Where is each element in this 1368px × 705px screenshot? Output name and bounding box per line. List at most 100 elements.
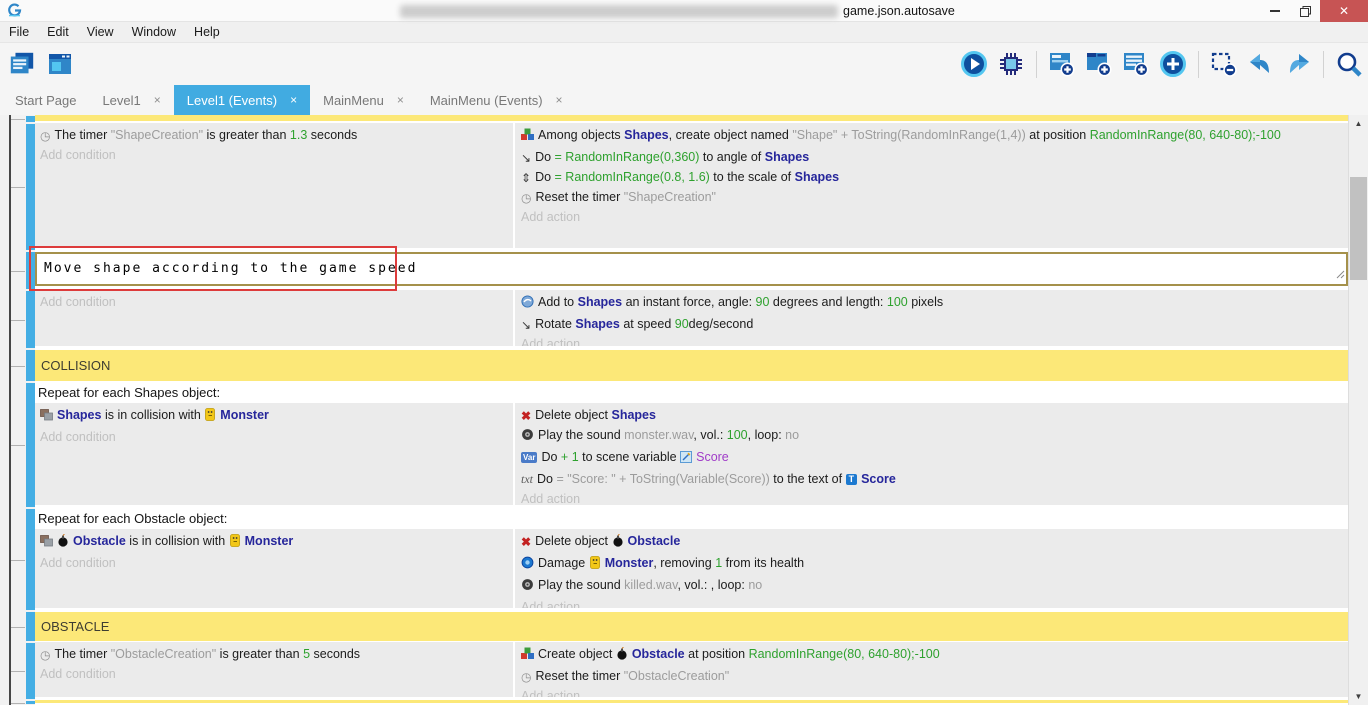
add-action-button[interactable]: Add action (521, 689, 580, 697)
block-ev-move-shape: Add condition Add to Shapes an instant fo… (0, 290, 1348, 349)
action-row[interactable]: ◷Reset the timer "ShapeCreation" (519, 187, 1346, 207)
condition-row[interactable]: ◷The timer "ObstacleCreation" is greater… (38, 644, 511, 664)
action-row[interactable]: ↘Do = RandomInRange(0,360) to angle of S… (519, 147, 1346, 167)
action-row[interactable]: Create object Obstacle at position Rando… (519, 644, 1346, 666)
condition-row[interactable]: Add condition (38, 292, 511, 312)
action-row[interactable]: ◷Reset the timer "ObstacleCreation" (519, 666, 1346, 686)
event-foreach-header[interactable]: Repeat for each Obstacle object: (35, 508, 1348, 529)
action-row[interactable]: Play the sound killed.wav, vol.: , loop:… (519, 575, 1346, 597)
action-row[interactable]: Play the sound monster.wav, vol.: 100, l… (519, 425, 1346, 447)
condition-row[interactable]: Shapes is in collision with Monster (38, 405, 511, 427)
action-row[interactable]: ✖Delete object Obstacle (519, 531, 1346, 553)
text-segment: 90 (675, 317, 689, 331)
action-row[interactable]: ⇕Do = RandomInRange(0.8, 1.6) to the sca… (519, 167, 1346, 187)
events-editor-icon[interactable] (46, 50, 74, 78)
menubar: File Edit View Window Help (0, 22, 1368, 43)
close-icon[interactable]: ✕ (1320, 0, 1368, 22)
minimize-icon[interactable] (1260, 0, 1290, 22)
tab-close-icon[interactable]: × (556, 93, 563, 107)
tab-mainmenu-events-[interactable]: MainMenu (Events)× (417, 85, 576, 115)
add-condition-button[interactable]: Add condition (40, 295, 116, 309)
tab-close-icon[interactable]: × (290, 93, 297, 107)
tab-close-icon[interactable]: × (154, 93, 161, 107)
tab-close-icon[interactable]: × (397, 93, 404, 107)
comment-bar-obstacle[interactable]: OBSTACLE (35, 611, 1348, 642)
tab-level1[interactable]: Level1× (89, 85, 173, 115)
condition-row[interactable]: Add condition (38, 427, 511, 447)
delete-icon: ✖ (521, 536, 531, 548)
timer-icon: ◷ (40, 649, 50, 661)
events-sheet-content: ◷The timer "ShapeCreation" is greater th… (0, 115, 1348, 705)
add-condition-button[interactable]: Add condition (40, 430, 116, 444)
add-more-icon[interactable] (1159, 50, 1187, 78)
scene-editor-icon[interactable] (8, 50, 36, 78)
monster-icon (204, 408, 216, 426)
text-segment: , create object named (669, 128, 793, 142)
tab-start-page[interactable]: Start Page (2, 85, 89, 115)
text-segment: deg/second (689, 317, 754, 331)
action-row[interactable]: Add action (519, 597, 1346, 608)
comment-bar-collision[interactable]: COLLISION (35, 349, 1348, 382)
block-strip-bottom (0, 700, 1348, 705)
action-row[interactable]: VarDo + 1 to scene variable Score (519, 447, 1346, 469)
add-action-button[interactable]: Add action (521, 492, 580, 505)
preview-icon[interactable] (960, 50, 988, 78)
action-row[interactable]: Add action (519, 334, 1346, 346)
event-indent-bar (26, 291, 35, 348)
vertical-scrollbar[interactable]: ▲ ▼ (1348, 115, 1368, 705)
menu-item-file[interactable]: File (7, 25, 39, 39)
add-action-button[interactable]: Add action (521, 600, 580, 608)
titlebar: game.json.autosave ✕ (0, 0, 1368, 22)
undo-icon[interactable] (1247, 50, 1275, 78)
delete-event-icon[interactable] (1210, 50, 1238, 78)
menu-item-window[interactable]: Window (130, 25, 186, 39)
toolbar-left (8, 50, 74, 78)
force-icon (521, 295, 534, 313)
restore-icon[interactable] (1290, 0, 1320, 22)
block-comment-move-shape: Move shape according to the game speed (0, 251, 1348, 290)
event-foreach-header[interactable]: Repeat for each Shapes object: (35, 382, 1348, 403)
scrollbar-thumb[interactable] (1350, 177, 1367, 280)
variable-icon: Var (521, 452, 537, 463)
action-row[interactable]: Among objects Shapes, create object name… (519, 125, 1346, 147)
action-row[interactable]: txtDo = "Score: " + ToString(Variable(Sc… (519, 469, 1346, 489)
condition-row[interactable]: ◷The timer "ShapeCreation" is greater th… (38, 125, 511, 145)
action-row[interactable]: Add to Shapes an instant force, angle: 9… (519, 292, 1346, 314)
search-icon[interactable] (1335, 50, 1363, 78)
add-condition-button[interactable]: Add condition (40, 148, 116, 162)
conditions-column: ◷The timer "ShapeCreation" is greater th… (35, 123, 513, 248)
action-row[interactable]: Add action (519, 686, 1346, 697)
condition-row[interactable]: Add condition (38, 664, 511, 684)
action-row[interactable]: Add action (519, 207, 1346, 227)
resize-handle-icon[interactable] (1336, 268, 1345, 283)
menu-item-view[interactable]: View (85, 25, 124, 39)
gdevelop-logo-icon (7, 3, 22, 23)
add-condition-button[interactable]: Add condition (40, 667, 116, 681)
comment-textarea[interactable]: Move shape according to the game speed (35, 252, 1348, 286)
condition-row[interactable]: Add condition (38, 145, 511, 165)
add-action-button[interactable]: Add action (521, 210, 580, 224)
action-row[interactable]: ✖Delete object Shapes (519, 405, 1346, 425)
window-title: game.json.autosave (400, 2, 955, 20)
add-comment-icon[interactable] (1122, 50, 1150, 78)
condition-row[interactable]: Obstacle is in collision with Monster (38, 531, 511, 553)
action-row[interactable]: Add action (519, 489, 1346, 505)
text-segment: "ObstacleCreation" (624, 669, 729, 683)
menu-item-edit[interactable]: Edit (45, 25, 79, 39)
scrollbar-down-icon[interactable]: ▼ (1349, 692, 1368, 701)
debugger-icon[interactable] (997, 50, 1025, 78)
add-condition-button[interactable]: Add condition (40, 556, 116, 570)
add-event-icon[interactable] (1048, 50, 1076, 78)
action-row[interactable]: Damage Monster, removing 1 from its heal… (519, 553, 1346, 575)
menu-item-help[interactable]: Help (192, 25, 230, 39)
tab-mainmenu[interactable]: MainMenu× (310, 85, 417, 115)
scrollbar-up-icon[interactable]: ▲ (1349, 119, 1368, 128)
text-segment: Damage (538, 556, 589, 570)
add-subevent-icon[interactable] (1085, 50, 1113, 78)
action-row[interactable]: ↘Rotate Shapes at speed 90deg/second (519, 314, 1346, 334)
add-action-button[interactable]: Add action (521, 337, 580, 346)
event-indent-bar (26, 643, 35, 699)
redo-icon[interactable] (1284, 50, 1312, 78)
condition-row[interactable]: Add condition (38, 553, 511, 573)
tab-level1-events-[interactable]: Level1 (Events)× (174, 85, 310, 115)
